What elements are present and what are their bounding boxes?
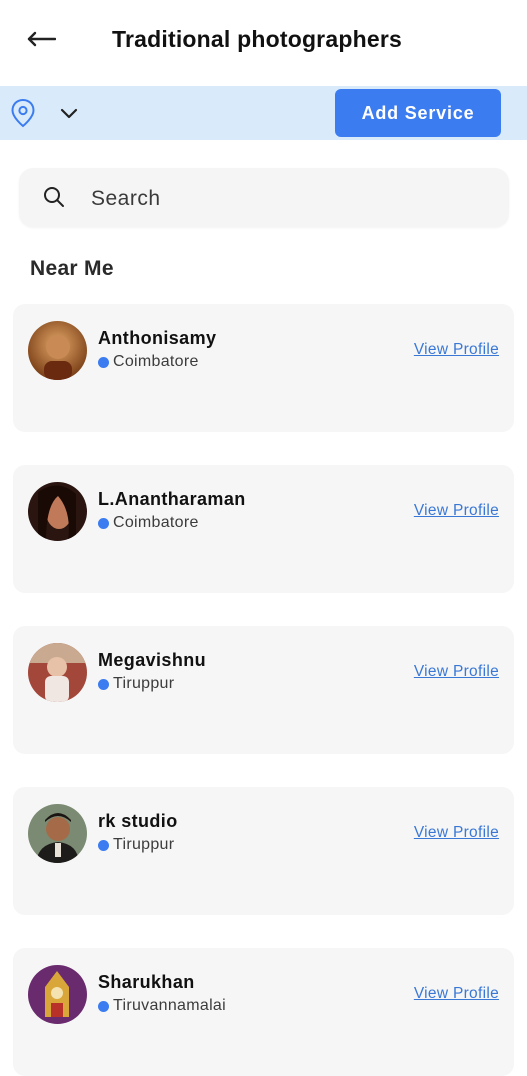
- search-input[interactable]: [89, 180, 493, 218]
- location-dot-icon: [98, 356, 109, 368]
- listing-location: Coimbatore: [98, 353, 199, 371]
- back-button[interactable]: [24, 22, 58, 56]
- view-profile-link[interactable]: View Profile: [414, 985, 499, 1003]
- view-profile-link[interactable]: View Profile: [414, 824, 499, 842]
- search-bar[interactable]: [19, 168, 509, 227]
- listing-name: Megavishnu: [98, 650, 207, 670]
- avatar: [28, 804, 87, 863]
- listing-card: Anthonisamy Coimbatore View Profile: [13, 304, 514, 432]
- avatar: [28, 965, 87, 1024]
- listing-card: Megavishnu Tiruppur View Profile: [13, 626, 514, 754]
- location-dot-icon: [98, 839, 109, 851]
- listing-location: Tiruppur: [98, 836, 174, 854]
- listing-name: Anthonisamy: [98, 328, 217, 348]
- listing-location: Coimbatore: [98, 514, 199, 532]
- view-profile-link[interactable]: View Profile: [414, 502, 499, 520]
- view-profile-link[interactable]: View Profile: [414, 663, 499, 681]
- chevron-down-icon: [60, 108, 78, 119]
- location-dot-icon: [98, 678, 109, 690]
- back-arrow-icon: [27, 31, 56, 47]
- listing-card: L.Anantharaman Coimbatore View Profile: [13, 465, 514, 593]
- listing-card: Sharukhan Tiruvannamalai View Profile: [13, 948, 514, 1076]
- page-title: Traditional photographers: [112, 26, 402, 52]
- location-dropdown[interactable]: [56, 100, 82, 126]
- location-bar: Add Service: [0, 86, 527, 140]
- search-icon: [44, 187, 64, 207]
- avatar: [28, 643, 87, 702]
- location-selector[interactable]: [9, 97, 37, 129]
- listing-name: L.Anantharaman: [98, 489, 246, 509]
- listing-location: Tiruppur: [98, 675, 174, 693]
- listing-location-text: Tiruvannamalai: [113, 997, 226, 1014]
- listing-location-text: Coimbatore: [113, 514, 199, 531]
- listing-location-text: Coimbatore: [113, 353, 199, 370]
- avatar: [28, 321, 87, 380]
- listing-name: rk studio: [98, 811, 178, 831]
- listing-location: Tiruvannamalai: [98, 997, 226, 1015]
- listing-name: Sharukhan: [98, 972, 195, 992]
- listing-location-text: Tiruppur: [113, 675, 175, 692]
- add-service-button[interactable]: Add Service: [335, 89, 501, 137]
- location-dot-icon: [98, 517, 109, 529]
- view-profile-link[interactable]: View Profile: [414, 341, 499, 359]
- listing-card: rk studio Tiruppur View Profile: [13, 787, 514, 915]
- section-title-near-me: Near Me: [30, 257, 114, 280]
- app-header: Traditional photographers: [0, 0, 527, 86]
- listing-location-text: Tiruppur: [113, 836, 175, 853]
- avatar: [28, 482, 87, 541]
- location-dot-icon: [98, 1000, 109, 1012]
- map-pin-icon: [11, 98, 35, 128]
